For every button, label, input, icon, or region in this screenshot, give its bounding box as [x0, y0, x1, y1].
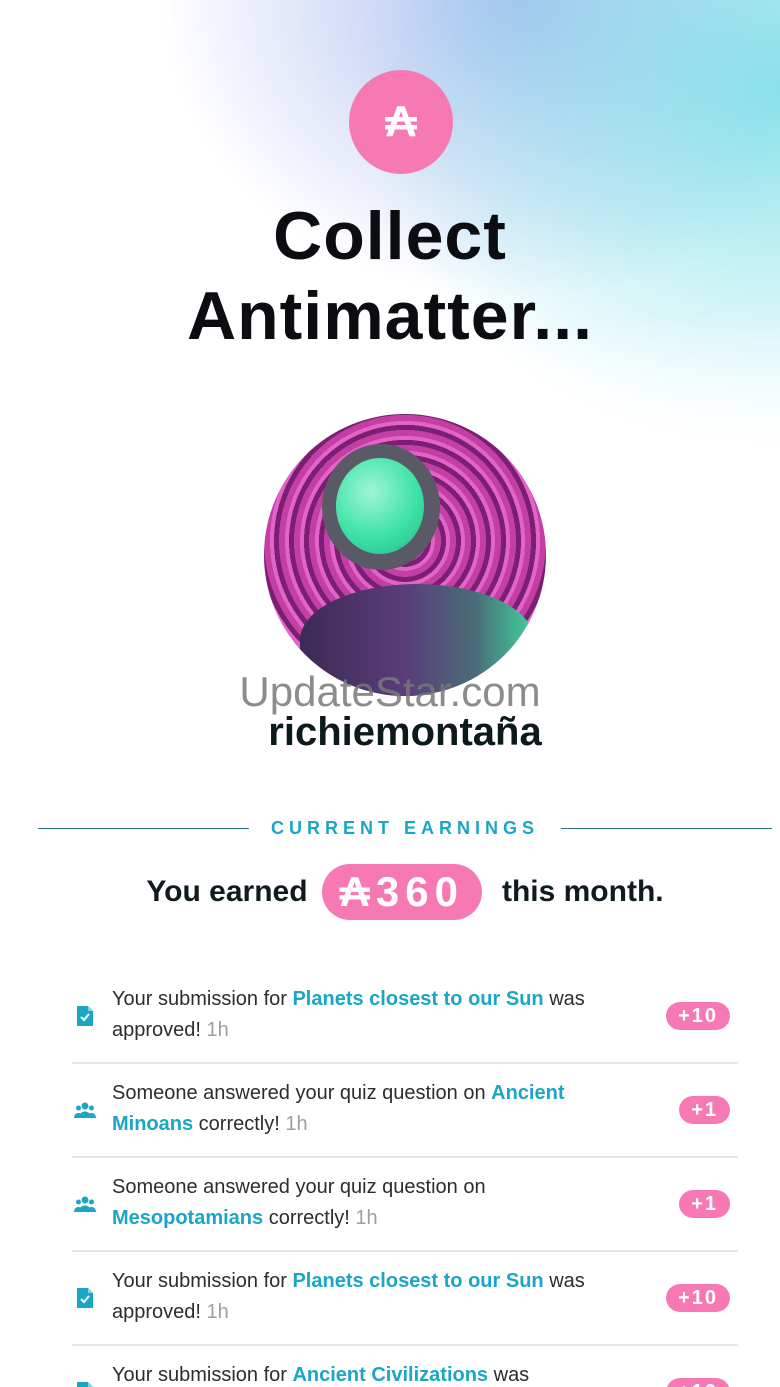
divider-left: [38, 827, 249, 829]
document-check-icon: [74, 1286, 96, 1310]
earnings-section-header: CURRENT EARNINGS: [38, 816, 773, 840]
avatar-visor: [336, 458, 424, 554]
username: richiemontaña: [268, 710, 542, 754]
activity-text: Someone answered your quiz question on A…: [112, 1082, 565, 1135]
activity-link[interactable]: Ancient Civilizations: [292, 1364, 488, 1386]
antimatter-logo-icon: ₳: [349, 70, 453, 174]
points-badge: +10: [666, 1002, 730, 1030]
points-badge: +1: [679, 1096, 730, 1124]
activity-text: Your submission for Planets closest to o…: [112, 1270, 585, 1323]
activity-link[interactable]: Mesopotamians: [112, 1207, 263, 1229]
earnings-summary: You earned ₳360 this month.: [0, 864, 780, 920]
list-item[interactable]: Your submission for Ancient Civilization…: [72, 1346, 738, 1387]
activity-link[interactable]: Planets closest to our Sun: [292, 1270, 543, 1292]
list-item[interactable]: Your submission for Planets closest to o…: [72, 1252, 738, 1346]
activity-text: Your submission for Planets closest to o…: [112, 988, 585, 1041]
list-item[interactable]: Someone answered your quiz question on M…: [72, 1158, 738, 1252]
activity-time: 1h: [285, 1113, 308, 1135]
document-check-icon: [74, 1004, 96, 1028]
title-line-2: Antimatter...: [187, 278, 593, 354]
list-item[interactable]: Your submission for Planets closest to o…: [72, 970, 738, 1064]
activity-text: Someone answered your quiz question on M…: [112, 1176, 486, 1229]
activity-link[interactable]: Planets closest to our Sun: [292, 988, 543, 1010]
points-badge: +10: [666, 1284, 730, 1312]
activity-time: 1h: [355, 1207, 378, 1229]
activity-time: 1h: [206, 1019, 229, 1041]
group-icon: [74, 1192, 96, 1216]
earned-suffix: this month.: [501, 875, 664, 908]
activity-list: Your submission for Planets closest to o…: [72, 970, 738, 1387]
title-line-1: Collect: [273, 198, 507, 274]
list-item[interactable]: Someone answered your quiz question on A…: [72, 1064, 738, 1158]
activity-time: 1h: [206, 1301, 229, 1323]
avatar[interactable]: [264, 414, 546, 696]
app-screen: ₳ Collect Antimatter... UpdateStar.com r…: [0, 0, 780, 1387]
group-icon: [74, 1098, 96, 1122]
document-check-icon: [74, 1380, 96, 1387]
earned-prefix: You earned: [146, 875, 308, 908]
page-title: Collect Antimatter...: [0, 196, 780, 356]
section-label: CURRENT EARNINGS: [271, 817, 540, 838]
points-badge: +1: [679, 1190, 730, 1218]
watermark: UpdateStar.com: [239, 668, 541, 715]
earned-amount-badge: ₳360: [321, 864, 482, 920]
activity-text: Your submission for Ancient Civilization…: [112, 1364, 530, 1386]
divider-right: [561, 827, 773, 829]
points-badge: +10: [666, 1378, 730, 1387]
logo-glyph: ₳: [385, 97, 417, 146]
